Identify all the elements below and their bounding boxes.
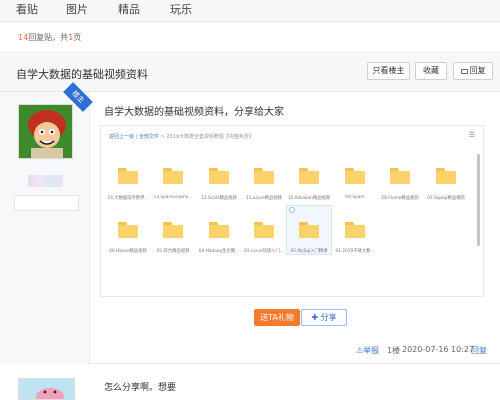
folder-icon[interactable]: [163, 222, 183, 238]
breadcrumb-all-files[interactable]: 全部文件: [139, 134, 159, 140]
top-nav: 看贴 图片 精品 玩乐: [0, 0, 500, 22]
scrollbar[interactable]: [477, 154, 480, 246]
folder-icon[interactable]: [254, 168, 274, 184]
folder-name[interactable]: 06.Hbase精品视频: [105, 248, 151, 254]
folder-icon[interactable]: [299, 222, 319, 238]
avatar-image: [19, 105, 72, 158]
folder-name[interactable]: 05.綜合精品视频: [150, 248, 196, 254]
reply-button[interactable]: 回复: [453, 62, 493, 80]
breadcrumb: 返回上一级 | 全部文件 > 2019大数据全套视频教程【完整免费】: [109, 134, 255, 140]
folder-name[interactable]: 01.2019千锋大数...: [332, 248, 378, 254]
folder-name[interactable]: 10.Azkaban精品视频: [286, 195, 332, 201]
nav-item-featured[interactable]: 精品: [118, 1, 140, 17]
folder-name[interactable]: 02.MySql入门精讲: [286, 248, 332, 254]
folder-name[interactable]: 09.Spark: [332, 195, 378, 200]
floor-number: 1楼: [387, 346, 401, 355]
list-view-icon[interactable]: ☰: [469, 131, 475, 139]
folder-icon[interactable]: [390, 168, 410, 184]
breadcrumb-current: 2019大数据全套视频教程【完整免费】: [166, 134, 255, 140]
post-2-content: 怎么分享啊。想要: [104, 383, 177, 393]
reply-count: 14回复贴，共1页: [18, 33, 82, 42]
folder-name[interactable]: 03.Linux快速入门...: [241, 248, 287, 254]
folder-icon[interactable]: [436, 168, 456, 184]
nav-item-images[interactable]: 图片: [66, 1, 88, 17]
folder-name[interactable]: 11.azure精品视频: [241, 195, 287, 201]
breadcrumb-back[interactable]: 返回上一级: [109, 134, 134, 140]
report-label: 举报: [363, 346, 380, 355]
favorite-button[interactable]: 收藏: [415, 62, 447, 80]
post-time: 2020-07-16 10:27: [402, 345, 475, 354]
folder-icon[interactable]: [345, 168, 365, 184]
reply-count-bar: 14回复贴，共1页: [0, 23, 500, 53]
plus-icon: ✚: [311, 313, 319, 322]
avatar-2[interactable]: [18, 378, 75, 400]
share-button[interactable]: ✚ 分享: [301, 309, 347, 326]
folder-name[interactable]: 13.SparkGraphx...: [150, 195, 196, 200]
gift-button[interactable]: 送TA礼物: [254, 309, 300, 326]
reply-button-label: 回复: [469, 66, 486, 75]
folder-name[interactable]: 08.Flume精品视频: [377, 195, 423, 201]
avatar[interactable]: [18, 104, 73, 159]
only-op-button[interactable]: 只看楼主: [367, 62, 410, 80]
folder-icon[interactable]: [345, 222, 365, 238]
report-link[interactable]: ⚠举报: [356, 345, 379, 356]
nav-item-posts[interactable]: 看贴: [16, 1, 38, 17]
folder-icon[interactable]: [118, 168, 138, 184]
folder-name[interactable]: 12.Scala精品视频: [196, 195, 242, 201]
folder-icon[interactable]: [118, 222, 138, 238]
floor-reply-link[interactable]: 回复: [471, 345, 487, 356]
folder-icon[interactable]: [254, 222, 274, 238]
thread-title: 自学大数据的基础视频资料: [16, 68, 148, 81]
folder-icon[interactable]: [209, 168, 229, 184]
username-blurred[interactable]: [28, 175, 63, 187]
share-button-label: 分享: [320, 313, 337, 322]
folder-icon[interactable]: [209, 222, 229, 238]
folder-icon[interactable]: [299, 168, 319, 184]
folder-icon[interactable]: [163, 168, 183, 184]
avatar-2-image: [19, 379, 74, 399]
post-content: 自学大数据的基础视频资料，分享给大家: [104, 107, 284, 118]
user-info-box: [14, 195, 79, 211]
folder-name[interactable]: 07.Sqoop精品视频: [423, 195, 469, 201]
folder-name[interactable]: 14.大数据前夸教界...: [105, 195, 151, 201]
folder-name[interactable]: 04.Hadoop生态圈...: [196, 248, 242, 254]
comment-icon: [460, 69, 468, 74]
selection-check-icon[interactable]: [289, 207, 295, 213]
nav-item-fun[interactable]: 玩乐: [170, 1, 192, 17]
